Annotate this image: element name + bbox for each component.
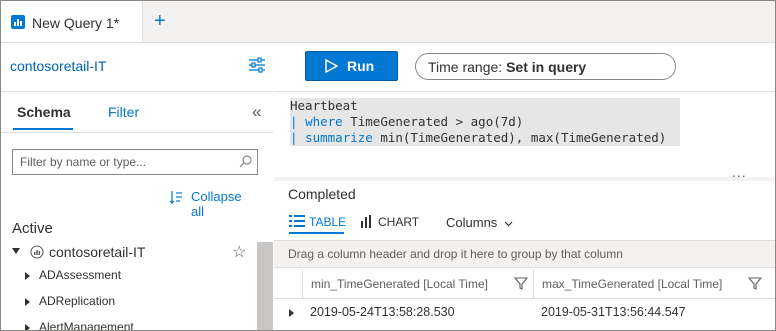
tree-item-alertmanagement[interactable]: AlertManagement (25, 320, 255, 331)
filter-placeholder: Filter by name or type... (20, 155, 147, 169)
tab-schema[interactable]: Schema (17, 104, 71, 120)
group-by-drop-area[interactable]: Drag a column header and drop it here to… (274, 240, 775, 268)
panel-divider (1, 132, 273, 133)
keyword-where: where (305, 114, 343, 129)
workspace-icon (30, 245, 44, 259)
cell-min-timegenerated: 2019-05-24T13:58:28.530 (310, 305, 455, 319)
table-icon (289, 215, 305, 227)
tab-schema-underline (13, 128, 73, 130)
table-view-label: TABLE (309, 215, 347, 229)
tree-item-label: ADAssessment (39, 268, 122, 282)
tab-divider (1, 42, 775, 43)
results-grid-header: min_TimeGenerated [Local Time] max_TimeG… (274, 270, 775, 299)
time-range-picker[interactable]: Time range: Set in query (415, 53, 676, 80)
add-tab-button[interactable]: + (154, 10, 166, 33)
chevron-down-icon (504, 221, 513, 226)
column-header-max[interactable]: max_TimeGenerated [Local Time] (533, 270, 769, 298)
cell-max-timegenerated: 2019-05-31T13:56:44.547 (541, 305, 686, 319)
schema-scrollbar[interactable] (257, 242, 273, 331)
group-by-hint: Drag a column header and drop it here to… (288, 247, 623, 261)
caret-right-icon[interactable] (25, 298, 30, 306)
column-header-min[interactable]: min_TimeGenerated [Local Time] (302, 270, 533, 298)
caret-down-icon[interactable] (12, 248, 20, 254)
caret-right-icon[interactable] (25, 272, 30, 280)
tree-item-label: AlertManagement (39, 320, 134, 331)
time-range-label: Time range: Set in query (428, 59, 587, 75)
tree-item-adassessment[interactable]: ADAssessment (25, 268, 255, 286)
results-status: Completed (288, 186, 356, 202)
favorite-star-icon[interactable]: ☆ (232, 242, 246, 262)
editor-results-splitter[interactable] (274, 177, 775, 181)
columns-label: Columns (446, 215, 498, 230)
tab-new-query-1[interactable]: New Query 1* (1, 1, 143, 43)
caret-right-icon[interactable] (25, 324, 30, 331)
chart-view-label: CHART (378, 215, 420, 229)
schema-filter-input[interactable]: Filter by name or type... (12, 149, 258, 175)
workspace-selector[interactable]: contosoretail-IT (10, 58, 106, 74)
workspace-tree-node[interactable]: contosoretail-IT ☆ (12, 244, 257, 264)
column-header-label: max_TimeGenerated [Local Time] (542, 277, 723, 291)
tree-item-adreplication[interactable]: ADReplication (25, 294, 255, 312)
column-header-label: min_TimeGenerated [Local Time] (311, 277, 488, 291)
table-view-underline (289, 232, 344, 234)
query-editor[interactable]: Heartbeat | where TimeGenerated > ago(7d… (274, 91, 775, 180)
table-row[interactable]: 2019-05-24T13:58:28.530 2019-05-31T13:56… (274, 300, 775, 328)
collapse-list-icon (169, 191, 182, 204)
run-button[interactable]: Run (305, 51, 398, 81)
query-tab-bar: New Query 1* + (1, 1, 775, 43)
workspace-node-label: contosoretail-IT (49, 244, 146, 260)
tab-label: New Query 1* (32, 15, 120, 31)
tree-item-label: ADReplication (39, 294, 116, 308)
chart-icon (361, 215, 371, 228)
settings-sliders-icon[interactable] (248, 56, 266, 74)
time-range-value: Set in query (506, 59, 587, 75)
filter-icon[interactable] (514, 276, 528, 290)
schema-panel: Schema Filter « Filter by name or type..… (1, 91, 273, 331)
search-icon (239, 155, 252, 168)
active-section-header: Active (12, 220, 53, 237)
columns-dropdown[interactable]: Columns (446, 215, 513, 230)
code-line-1: Heartbeat (290, 98, 358, 113)
run-label: Run (347, 58, 375, 74)
keyword-summarize: summarize (305, 130, 373, 145)
code-line-3: | summarize min(TimeGenerated), max(Time… (290, 130, 667, 145)
log-analytics-icon (11, 15, 25, 29)
play-icon (325, 59, 338, 73)
collapse-all-label: Collapse all (191, 189, 242, 219)
code-line-2: | where TimeGenerated > ago(7d) (290, 114, 524, 129)
filter-icon[interactable] (748, 276, 762, 290)
tab-filter[interactable]: Filter (108, 104, 139, 120)
expand-row-icon[interactable] (289, 309, 294, 317)
collapse-panel-icon[interactable]: « (252, 102, 261, 122)
